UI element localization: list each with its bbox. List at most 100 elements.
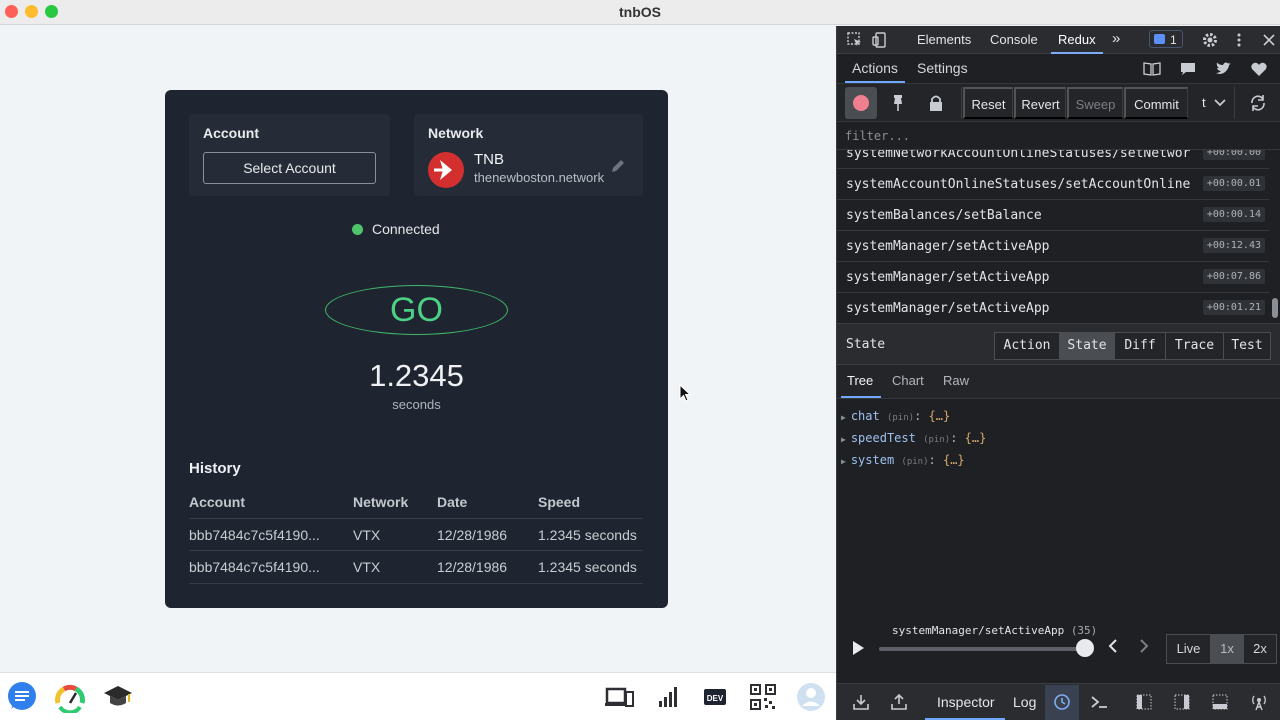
- go-button[interactable]: GO: [325, 285, 508, 335]
- more-tabs-icon[interactable]: »: [1112, 30, 1120, 47]
- export-icon[interactable]: [889, 692, 909, 712]
- graduation-cap-icon[interactable]: [102, 681, 134, 713]
- action-list-scrollbar[interactable]: [1271, 150, 1279, 323]
- tree-pin[interactable]: (pin): [901, 457, 928, 467]
- action-item[interactable]: systemAccountOnlineStatuses/setAccountOn…: [837, 169, 1269, 200]
- qr-code-icon[interactable]: [747, 681, 779, 713]
- record-button[interactable]: [845, 87, 877, 119]
- action-time: +00:00.01: [1202, 176, 1265, 191]
- view-tabs: Tree Chart Raw: [837, 365, 1280, 399]
- history-row-0-speed: 1.2345 seconds: [538, 527, 637, 543]
- tab-inspector[interactable]: Inspector: [937, 694, 995, 710]
- dock-bottom-icon[interactable]: [1210, 692, 1230, 712]
- pin-icon[interactable]: [889, 94, 907, 112]
- tab-state[interactable]: State: [1059, 332, 1115, 360]
- dev-icon[interactable]: DEV: [699, 681, 731, 713]
- tab-diff[interactable]: Diff: [1114, 332, 1166, 360]
- issues-count: 1: [1170, 33, 1177, 47]
- history-icon[interactable]: [1052, 692, 1072, 712]
- action-item[interactable]: systemNetworkAccountOnlineStatuses/setNe…: [837, 150, 1269, 169]
- chat-icon[interactable]: [6, 681, 38, 713]
- tree-pin[interactable]: (pin): [887, 413, 914, 423]
- slider-track[interactable]: [879, 647, 1085, 651]
- tab-console[interactable]: Console: [990, 32, 1038, 47]
- lock-icon[interactable]: [927, 94, 945, 112]
- history-row-0-network: VTX: [353, 527, 381, 543]
- tree-key: speedTest: [850, 431, 916, 445]
- kebab-menu-icon[interactable]: [1230, 31, 1248, 49]
- filter-input[interactable]: [845, 126, 1265, 146]
- tree-node[interactable]: ▶ speedTest (pin): {…}: [841, 431, 986, 445]
- toolbar-divider: [961, 87, 962, 119]
- twitter-icon[interactable]: [1214, 60, 1232, 78]
- issues-badge[interactable]: 1: [1149, 30, 1183, 48]
- sweep-button[interactable]: Sweep: [1067, 87, 1123, 119]
- redux-subtabs: Actions Settings: [837, 54, 1280, 84]
- tab-redux[interactable]: Redux: [1058, 32, 1096, 47]
- action-item[interactable]: systemManager/setActiveApp +00:12.43: [837, 231, 1269, 262]
- pencil-icon[interactable]: [610, 158, 626, 174]
- play-icon[interactable]: [849, 639, 867, 657]
- tree-node[interactable]: ▶ chat (pin): {…}: [841, 409, 950, 423]
- history-header-date: Date: [437, 494, 468, 510]
- tree-node[interactable]: ▶ system (pin): {…}: [841, 453, 965, 467]
- chat-bubble-icon[interactable]: [1179, 60, 1197, 78]
- speed-value: 1.2345: [369, 358, 464, 393]
- dispatcher-toggle[interactable]: t: [1189, 87, 1235, 119]
- user-avatar-icon[interactable]: [795, 681, 827, 713]
- network-name: TNB: [474, 151, 504, 168]
- gear-icon[interactable]: [1201, 31, 1219, 49]
- tab-log[interactable]: Log: [1013, 694, 1036, 710]
- dispatcher-label: t: [1202, 95, 1206, 110]
- remote-broadcast-icon[interactable]: [1249, 692, 1269, 712]
- device-toolbar-icon[interactable]: [871, 31, 889, 49]
- tree-value: {…}: [964, 431, 987, 445]
- close-icon[interactable]: [1260, 31, 1278, 49]
- revert-button[interactable]: Revert: [1014, 87, 1066, 119]
- history-divider: [189, 550, 643, 551]
- inspect-element-icon[interactable]: [846, 31, 864, 49]
- history-header-account: Account: [189, 494, 245, 510]
- bar-chart-icon[interactable]: [651, 681, 683, 713]
- scrollbar-thumb[interactable]: [1272, 298, 1278, 318]
- action-item[interactable]: systemBalances/setBalance +00:00.14: [837, 200, 1269, 231]
- terminal-icon[interactable]: [1089, 692, 1109, 712]
- book-icon[interactable]: [1143, 60, 1161, 78]
- devices-icon[interactable]: [603, 681, 635, 713]
- tab-chart[interactable]: Chart: [892, 373, 924, 388]
- speed-2x-button[interactable]: 2x: [1243, 634, 1277, 664]
- tab-actions[interactable]: Actions: [852, 60, 898, 76]
- speedometer-icon[interactable]: [54, 681, 86, 715]
- refresh-icon[interactable]: [1249, 94, 1267, 112]
- speed-unit: seconds: [392, 397, 441, 412]
- tab-tree[interactable]: Tree: [847, 373, 873, 388]
- tab-elements[interactable]: Elements: [917, 32, 971, 47]
- speed-live-button[interactable]: Live: [1166, 634, 1211, 664]
- tab-settings[interactable]: Settings: [917, 60, 968, 76]
- tree-key: system: [850, 453, 895, 467]
- history-row-0-date: 12/28/1986: [437, 527, 508, 543]
- import-icon[interactable]: [851, 692, 871, 712]
- tab-action[interactable]: Action: [994, 332, 1060, 360]
- state-tree: ▶ chat (pin): {…} ▶ speedTest (pin): {…} ▶…: [837, 399, 1280, 619]
- slider-thumb[interactable]: [1076, 639, 1094, 657]
- tree-key: chat: [850, 409, 880, 423]
- tab-raw[interactable]: Raw: [943, 373, 969, 388]
- expand-arrow-icon: ▶: [841, 457, 846, 466]
- dock-right-icon[interactable]: [1172, 692, 1192, 712]
- network-domain: thenewboston.network: [474, 170, 605, 185]
- speed-1x-button[interactable]: 1x: [1210, 634, 1244, 664]
- chevron-down-icon: [1214, 99, 1226, 107]
- select-account-button[interactable]: Select Account: [203, 152, 376, 184]
- tab-test[interactable]: Test: [1223, 332, 1271, 360]
- commit-button[interactable]: Commit: [1124, 87, 1188, 119]
- reset-button[interactable]: Reset: [963, 87, 1013, 119]
- action-item[interactable]: systemManager/setActiveApp +00:01.21: [837, 293, 1269, 323]
- chevron-left-icon[interactable]: [1106, 637, 1120, 660]
- action-item[interactable]: systemManager/setActiveApp +00:07.86: [837, 262, 1269, 293]
- chevron-right-icon[interactable]: [1137, 637, 1151, 660]
- tree-pin[interactable]: (pin): [923, 435, 950, 445]
- dock-left-icon[interactable]: [1134, 692, 1154, 712]
- heart-icon[interactable]: [1250, 60, 1268, 78]
- tab-trace[interactable]: Trace: [1165, 332, 1224, 360]
